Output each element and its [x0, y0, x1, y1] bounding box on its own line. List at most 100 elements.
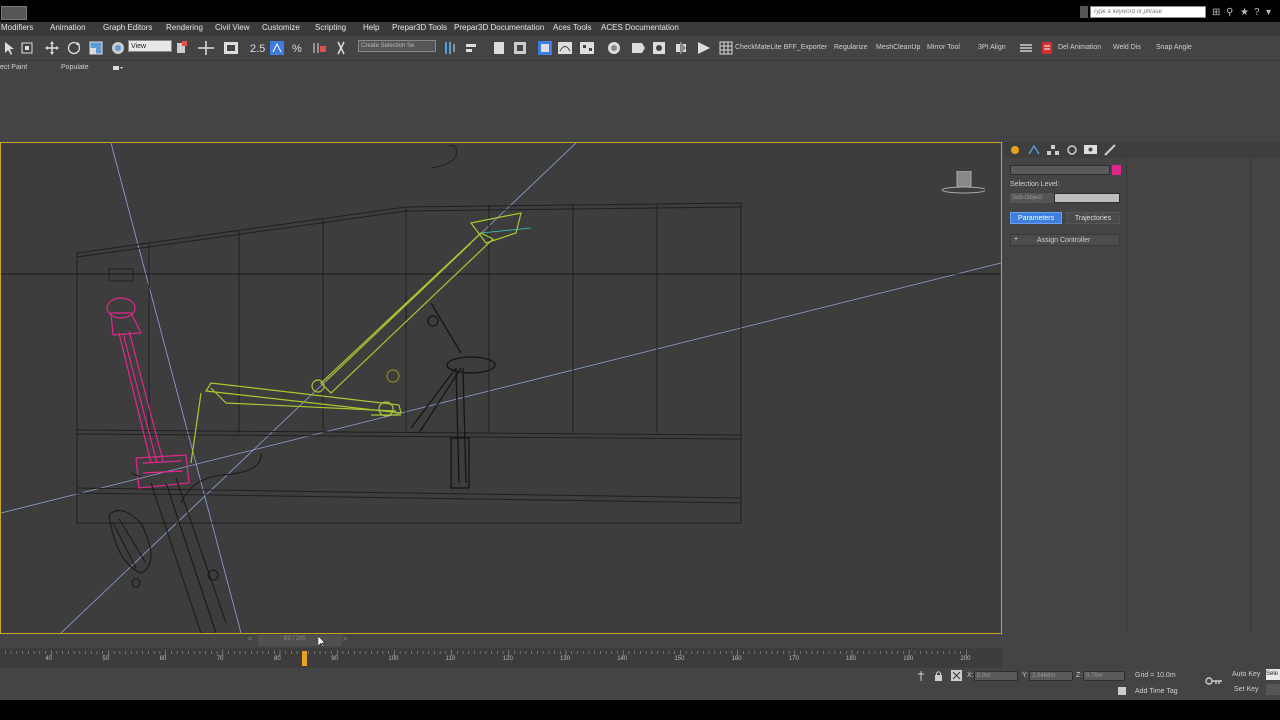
render-setup-icon[interactable] — [632, 43, 645, 53]
modify-tab-icon[interactable] — [1028, 144, 1040, 157]
menu-graph-editors[interactable]: Graph Editors — [103, 23, 152, 32]
ribbon-options-icon[interactable] — [112, 64, 124, 72]
object-color-swatch[interactable] — [1112, 165, 1121, 175]
z-coordinate-field[interactable]: 0.75m — [1083, 671, 1125, 681]
snap-toggle-icon[interactable]: 2.5 — [250, 43, 265, 55]
y-coordinate-field[interactable]: 2.0468m — [1029, 671, 1073, 681]
ribbon-tab-populate[interactable]: Populate — [61, 64, 89, 71]
named-selection-dropdown[interactable]: Create Selection Se — [358, 40, 436, 52]
display-tab-icon[interactable] — [1084, 144, 1098, 157]
stack-icon[interactable] — [1020, 42, 1032, 54]
script-mirror-tool[interactable]: Mirror Tool — [927, 44, 960, 51]
auto-key-button[interactable]: Auto Key — [1232, 671, 1260, 678]
menu-bar: Modifiers Animation Graph Editors Render… — [0, 22, 1280, 36]
schematic-view-icon[interactable] — [580, 42, 594, 54]
percent-snap-icon[interactable]: % — [292, 43, 302, 55]
add-time-tag-button[interactable]: Add Time Tag — [1135, 688, 1178, 695]
sub-object-dropdown[interactable] — [1054, 193, 1120, 203]
grid-icon[interactable] — [719, 41, 733, 55]
script-checkmate[interactable]: CheckMateLite BFF_Exporter — [735, 44, 827, 51]
viewport[interactable] — [0, 142, 1002, 634]
render-production-icon[interactable] — [676, 41, 686, 55]
rotate-icon[interactable] — [67, 41, 81, 55]
edit-named-selection-icon[interactable] — [337, 41, 345, 55]
keyboard-shortcut-icon[interactable] — [224, 42, 238, 54]
track-bar[interactable]: 40 50 60 70 80 90 100 110 120 130 140 150 160 170 180 1… — [0, 648, 1002, 668]
subscription-icon[interactable]: ⚲ — [1226, 7, 1233, 18]
move-icon[interactable] — [45, 41, 59, 55]
scale-icon[interactable] — [89, 41, 103, 55]
menu-modifiers[interactable]: Modifiers — [1, 23, 33, 32]
app-menu-button[interactable] — [1, 6, 27, 20]
object-name-field[interactable] — [1010, 165, 1110, 175]
select-and-link-icon[interactable] — [198, 41, 214, 55]
tab-trajectories[interactable]: Trajectories — [1066, 212, 1120, 224]
help-icon[interactable]: ? — [1254, 7, 1260, 18]
menu-animation[interactable]: Animation — [50, 23, 86, 32]
next-frame-button[interactable]: > — [343, 636, 347, 643]
curve-editor-icon[interactable] — [558, 42, 572, 54]
toggle-ribbon-icon[interactable] — [538, 41, 552, 55]
z-label: Z: — [1076, 672, 1083, 679]
rendered-frame-icon[interactable] — [653, 42, 665, 54]
delete-animation-icon[interactable] — [1041, 41, 1053, 55]
current-frame-marker[interactable] — [302, 651, 307, 666]
time-slider[interactable]: < 83 / 200 > — [0, 634, 1002, 648]
prev-frame-button[interactable]: < — [248, 636, 252, 643]
svg-text:%: % — [292, 43, 302, 55]
layer-explorer-icon[interactable] — [514, 42, 526, 54]
script-meshcleanup[interactable]: MeshCleanUp — [876, 44, 920, 51]
ribbon-tab-object-paint[interactable]: ect Paint — [0, 64, 27, 71]
script-del-animation[interactable]: Del Animation — [1058, 44, 1101, 51]
help-arrow-icon[interactable]: ▾ — [1266, 7, 1271, 18]
time-slider-thumb[interactable]: 83 / 200 — [258, 635, 342, 646]
script-weld-dis[interactable]: Weld Dis — [1113, 44, 1141, 51]
script-3pt-align[interactable]: 3Pt Align — [978, 44, 1006, 51]
create-tab-icon[interactable] — [1010, 145, 1020, 157]
hierarchy-tab-icon[interactable] — [1047, 145, 1059, 157]
select-by-name-icon[interactable] — [21, 42, 33, 54]
panel-divider — [1126, 158, 1127, 634]
menu-customize[interactable]: Customize — [262, 23, 300, 32]
render-iterative-icon[interactable] — [698, 42, 710, 54]
sub-object-button[interactable]: Sub-Object — [1010, 193, 1054, 203]
menu-scripting[interactable]: Scripting — [315, 23, 346, 32]
lock-icon[interactable] — [934, 671, 943, 683]
menu-aces-documentation[interactable]: ACES Documentation — [601, 23, 679, 32]
script-regularize[interactable]: Regularize — [834, 44, 867, 51]
absolute-mode-icon[interactable] — [951, 670, 962, 683]
material-editor-icon[interactable] — [608, 42, 620, 54]
spinner-snap-icon[interactable] — [313, 43, 326, 53]
set-key-button[interactable]: Set Key — [1234, 686, 1259, 693]
x-coordinate-field[interactable]: 0.0m — [974, 671, 1018, 681]
script-snap-angle[interactable]: Snap Angle — [1156, 44, 1192, 51]
key-filters-button[interactable] — [1266, 684, 1280, 695]
menu-prepar3d-documentation[interactable]: Prepar3D Documentation — [454, 23, 544, 32]
utilities-tab-icon[interactable] — [1104, 144, 1116, 158]
menu-civil-view[interactable]: Civil View — [215, 23, 250, 32]
scene-explorer-icon[interactable] — [494, 42, 504, 54]
menu-help[interactable]: Help — [363, 23, 379, 32]
angle-snap-icon[interactable] — [270, 41, 284, 55]
track-bar-labels: 40 50 60 70 80 90 100 110 120 130 140 150 160 170 180 1… — [0, 656, 1002, 666]
viewcube[interactable] — [941, 170, 987, 197]
align-icon[interactable] — [466, 44, 476, 52]
binoculars-icon[interactable]: ⊞ — [1212, 7, 1220, 18]
reference-coordinate-dropdown[interactable]: View — [128, 40, 172, 52]
set-key-icon[interactable] — [1205, 676, 1223, 688]
search-input[interactable] — [1090, 6, 1206, 18]
isolate-icon[interactable] — [917, 671, 925, 683]
menu-prepar3d-tools[interactable]: Prepar3D Tools — [392, 23, 447, 32]
favorites-icon[interactable]: ★ — [1240, 7, 1249, 18]
select-manipulate-icon[interactable] — [112, 42, 124, 54]
pivot-icon[interactable] — [177, 41, 187, 53]
select-object-icon[interactable] — [5, 42, 14, 55]
mirror-icon[interactable] — [445, 42, 455, 54]
menu-rendering[interactable]: Rendering — [166, 23, 203, 32]
menu-aces-tools[interactable]: Aces Tools — [553, 23, 592, 32]
selection-set-dropdown[interactable]: Sele — [1266, 669, 1280, 680]
assign-controller-rollout[interactable]: + Assign Controller — [1010, 234, 1120, 246]
tab-parameters[interactable]: Parameters — [1010, 212, 1062, 224]
svg-text:2.5: 2.5 — [250, 43, 265, 55]
motion-tab-icon[interactable] — [1067, 145, 1077, 157]
